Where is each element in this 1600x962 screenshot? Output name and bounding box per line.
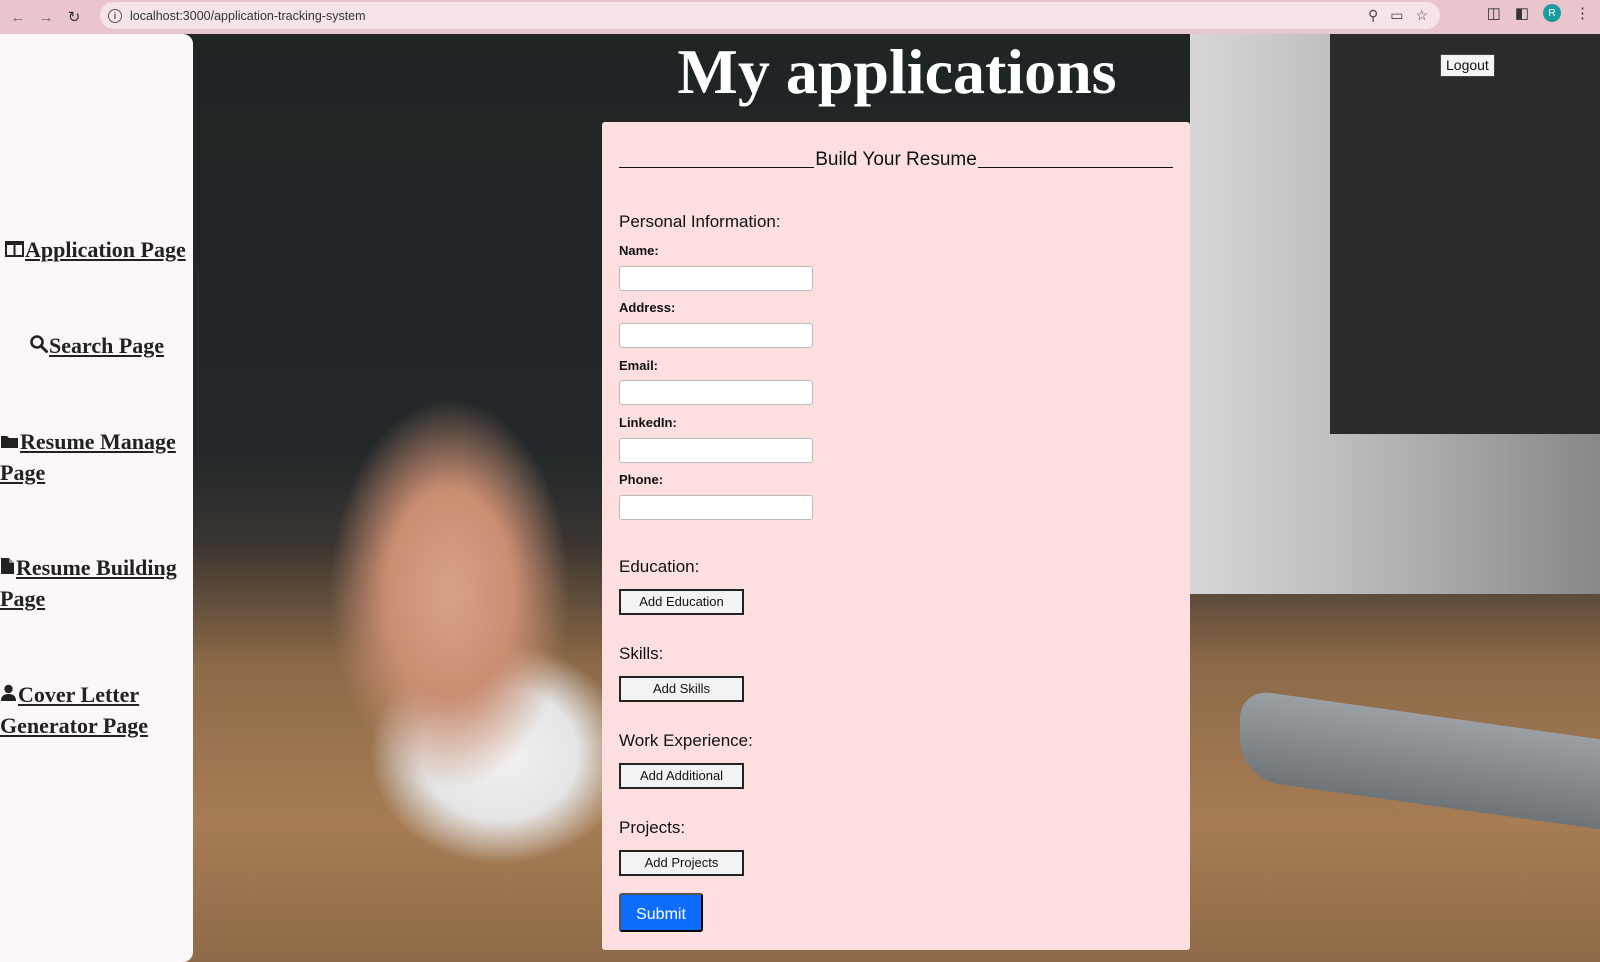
education-title: Education: — [619, 557, 700, 576]
email-label: Email: — [619, 358, 659, 373]
sidebar-item-search-page[interactable]: Search Page — [29, 330, 189, 361]
form-heading-text: Build Your Resume — [815, 149, 977, 170]
sidebar-item-label: Search Page — [49, 333, 165, 358]
user-icon — [1, 684, 16, 701]
profile-avatar[interactable]: R — [1543, 4, 1561, 22]
sidebar-item-application-page[interactable]: Application Page — [5, 234, 195, 265]
reload-icon[interactable]: ↻ — [60, 3, 88, 31]
install-icon[interactable]: ▭ — [1390, 7, 1403, 24]
background-monitor-screen — [1330, 34, 1600, 434]
folder-icon — [1, 436, 18, 448]
sidebar-item-label: Cover Letter Generator Page — [0, 682, 149, 738]
heading-rule-right — [977, 148, 1174, 168]
personal-information-title: Personal Information: — [619, 212, 781, 231]
sidebar-item-label: Resume Building Page — [0, 555, 177, 611]
skills-title: Skills: — [619, 644, 664, 663]
bookmark-star-icon[interactable]: ☆ — [1415, 7, 1428, 24]
site-info-icon[interactable]: i — [108, 8, 122, 23]
sidebar-item-resume-building-page[interactable]: Resume Building Page — [0, 552, 190, 614]
back-arrow-icon[interactable]: ← — [4, 3, 32, 31]
sidebar: Application Page Search Page Resume Mana… — [0, 34, 193, 962]
page-title: My applications — [677, 36, 1117, 107]
linkedin-label: LinkedIn: — [619, 415, 677, 430]
search-icon — [30, 335, 48, 353]
address-label: Address: — [619, 300, 676, 315]
add-additional-button[interactable]: Add Additional — [619, 763, 744, 789]
menu-dots-icon[interactable]: ⋮ — [1575, 4, 1590, 22]
linkedin-field[interactable] — [619, 438, 813, 463]
sidebar-item-resume-manage-page[interactable]: Resume Manage Page — [0, 426, 185, 488]
background-monitor-stand — [1240, 688, 1600, 830]
add-education-button[interactable]: Add Education — [619, 589, 744, 615]
sidebar-item-label: Application Page — [25, 237, 186, 262]
form-heading: Build Your Resume — [619, 148, 1174, 171]
key-icon[interactable]: ⚲ — [1368, 7, 1378, 24]
file-icon — [1, 558, 14, 574]
projects-title: Projects: — [619, 818, 686, 837]
phone-field[interactable] — [619, 495, 813, 520]
address-bar[interactable]: i localhost:3000/application-tracking-sy… — [100, 2, 1440, 29]
email-field[interactable] — [619, 380, 813, 405]
browser-toolbar: ← → ↻ i localhost:3000/application-track… — [0, 0, 1600, 34]
phone-label: Phone: — [619, 472, 664, 487]
forward-arrow-icon[interactable]: → — [32, 3, 60, 31]
page-background: Application Page Search Page Resume Mana… — [0, 34, 1600, 962]
extensions-icon[interactable]: ◫ — [1487, 4, 1501, 22]
submit-button[interactable]: Submit — [619, 893, 703, 932]
add-projects-button[interactable]: Add Projects — [619, 850, 744, 876]
address-field[interactable] — [619, 323, 813, 348]
sidebar-item-label: Resume Manage Page — [0, 429, 176, 485]
side-panel-icon[interactable]: ◧ — [1515, 4, 1529, 22]
add-skills-button[interactable]: Add Skills — [619, 676, 744, 702]
table-columns-icon — [5, 241, 24, 257]
url-text: localhost:3000/application-tracking-syst… — [130, 8, 366, 23]
name-label: Name: — [619, 243, 659, 258]
sidebar-item-cover-letter-generator-page[interactable]: Cover Letter Generator Page — [0, 679, 185, 741]
resume-form-card: Build Your Resume Personal Information: … — [602, 122, 1190, 950]
heading-rule-left — [619, 148, 815, 168]
logout-button[interactable]: Logout — [1440, 54, 1495, 77]
work-experience-title: Work Experience: — [619, 731, 753, 750]
name-field[interactable] — [619, 266, 813, 291]
